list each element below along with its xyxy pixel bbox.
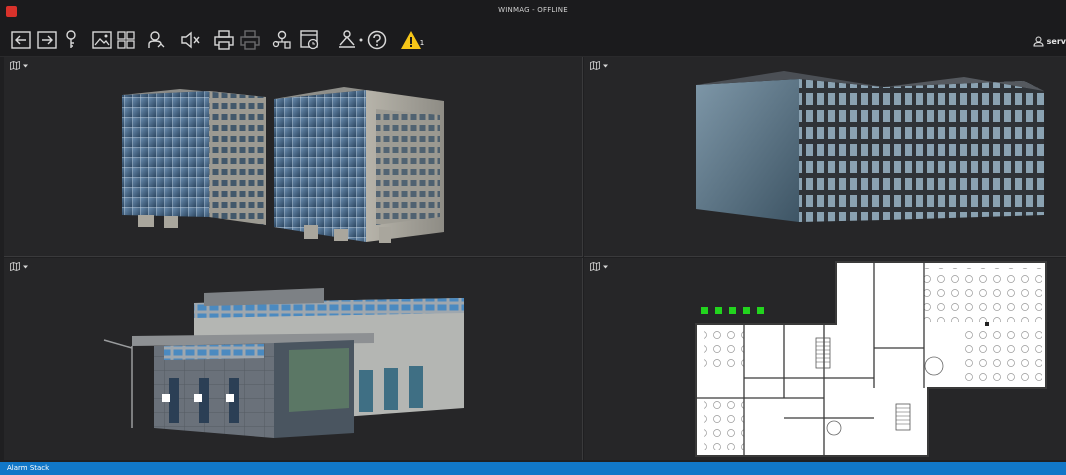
sensor-indicator[interactable]: [729, 307, 736, 314]
user-icon: [1033, 36, 1044, 47]
sensor-indicator[interactable]: [701, 307, 708, 314]
print-icon[interactable]: [213, 29, 235, 51]
user-name: serv: [1046, 37, 1066, 46]
warning-icon[interactable]: 1: [398, 29, 426, 51]
sensor-indicator[interactable]: [715, 307, 722, 314]
help-icon[interactable]: [366, 29, 388, 51]
3d-office-buildings-view: [122, 87, 444, 243]
panel-bottom-left[interactable]: [4, 258, 583, 460]
users-icon[interactable]: [271, 29, 293, 51]
user-menu[interactable]: serv: [1033, 36, 1066, 47]
3d-industrial-building-view: [103, 288, 464, 438]
image-icon[interactable]: [91, 29, 113, 51]
panel-bottom-right[interactable]: [584, 258, 1066, 460]
print-disabled-icon: [239, 29, 261, 51]
toolbar: 1: [0, 26, 1066, 57]
grid-icon[interactable]: [116, 29, 136, 51]
mute-icon[interactable]: [180, 29, 202, 51]
exit-icon[interactable]: [10, 29, 32, 51]
3d-l-shaped-building-view: [696, 71, 1044, 222]
title-bar: WINMAG - OFFLINE: [0, 0, 1066, 26]
view-grid: [4, 57, 1066, 460]
warning-count: 1: [419, 39, 425, 47]
network-icon[interactable]: [336, 29, 358, 51]
user-sync-icon[interactable]: [146, 29, 166, 51]
floor-plan-view[interactable]: [584, 258, 1066, 460]
window-title: WINMAG - OFFLINE: [498, 6, 568, 14]
panel-top-left[interactable]: [4, 57, 583, 257]
clock-window-icon[interactable]: [299, 29, 321, 51]
sensor-indicator[interactable]: [757, 307, 764, 314]
panel-top-right[interactable]: [584, 57, 1066, 257]
key-icon[interactable]: [63, 29, 79, 51]
dropdown-dot-icon: [358, 29, 364, 51]
enter-icon[interactable]: [36, 29, 58, 51]
sensor-indicator[interactable]: [743, 307, 750, 314]
status-bar: Alarm Stack: [0, 462, 1066, 475]
alarm-stack-label[interactable]: Alarm Stack: [7, 464, 49, 472]
